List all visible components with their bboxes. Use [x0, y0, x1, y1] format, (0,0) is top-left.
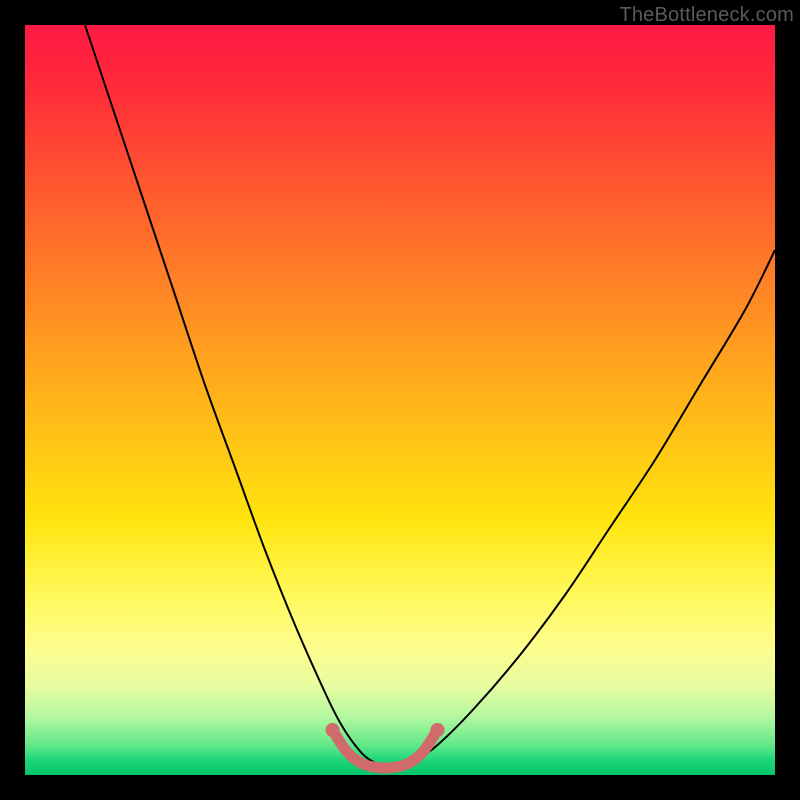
plot-area — [25, 25, 775, 775]
optimal-band-endpoint — [431, 723, 445, 737]
bottleneck-curve — [85, 25, 775, 768]
optimal-band-endpoint — [326, 723, 340, 737]
watermark-text: TheBottleneck.com — [619, 4, 794, 27]
chart-frame: TheBottleneck.com — [0, 0, 800, 800]
curve-layer — [25, 25, 775, 775]
